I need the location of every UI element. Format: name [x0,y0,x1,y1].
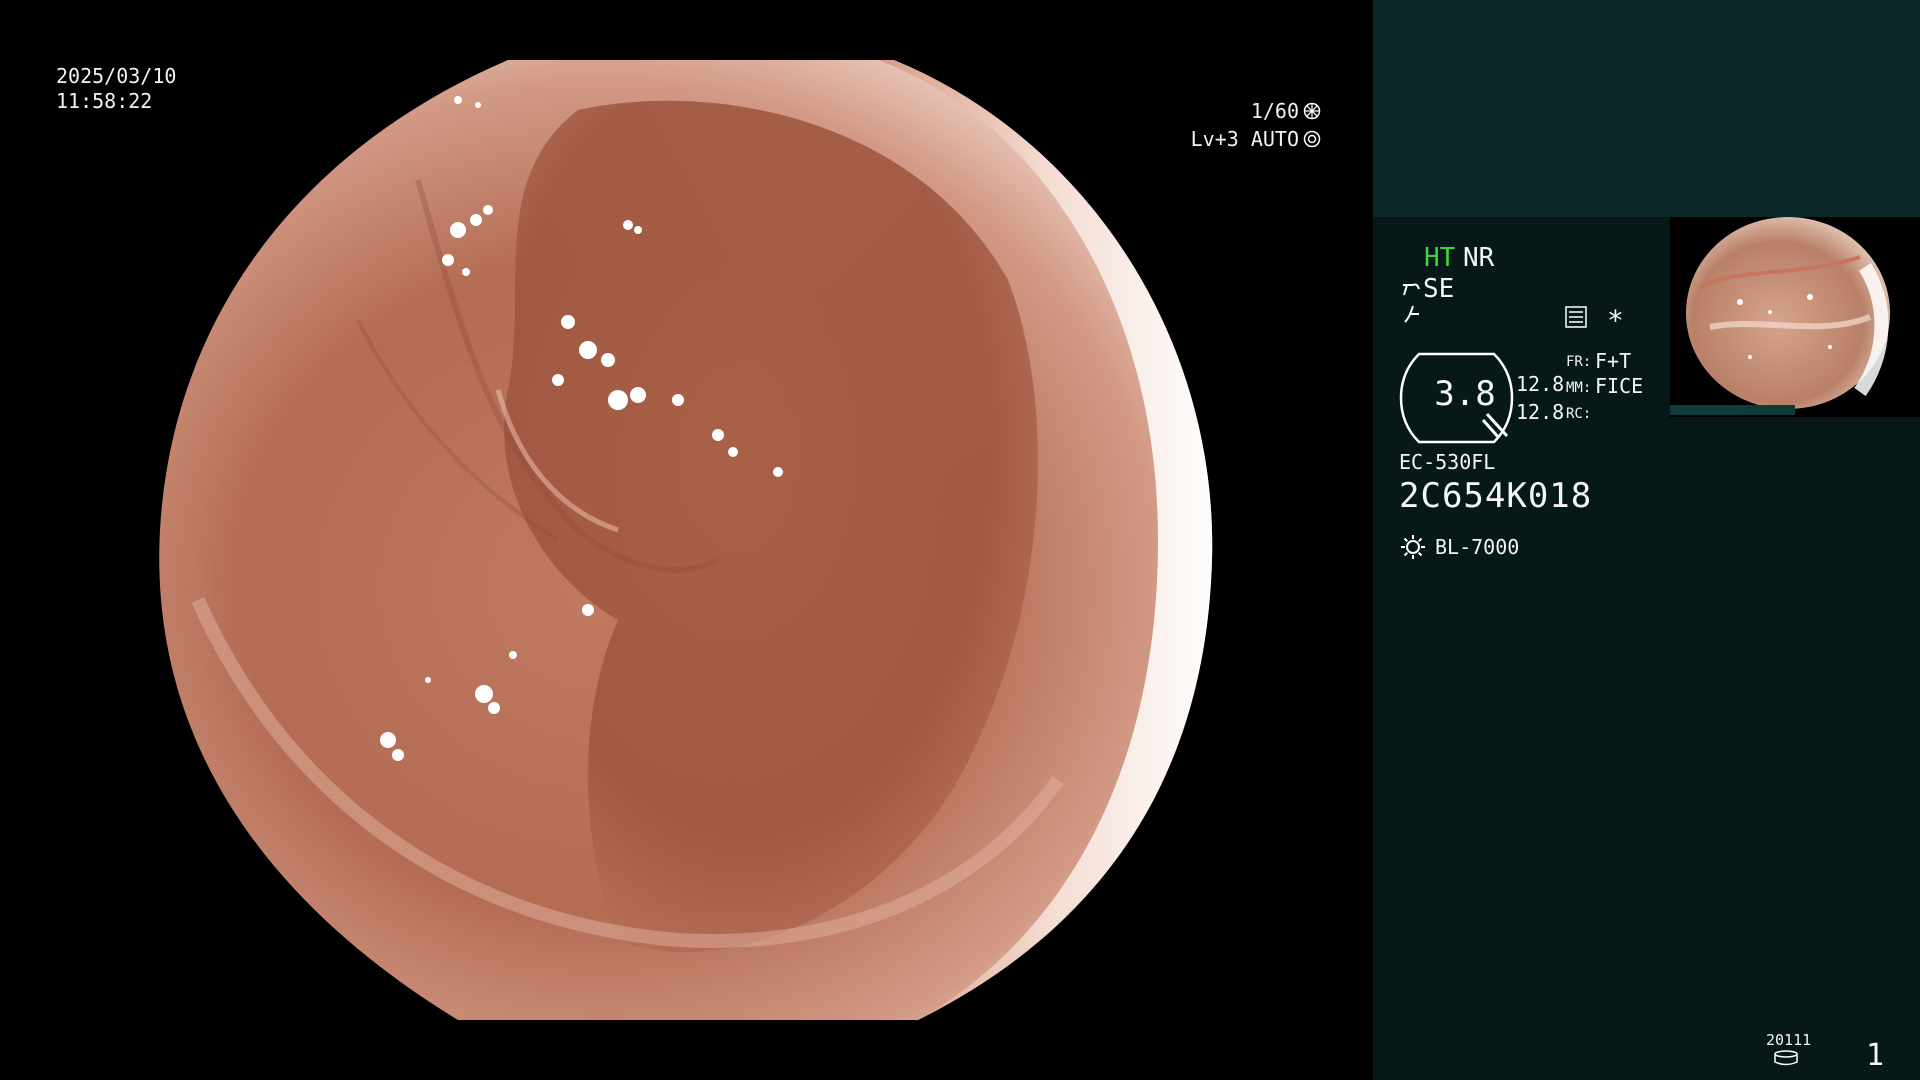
thumbnail-image [1686,217,1890,409]
endoscopy-main-view: 2025/03/10 11:58:22 1/60 Lv+3 AUTO [0,0,1373,1080]
light-source-text: BL-7000 [1435,535,1520,559]
code-label: 20111 [1766,1031,1812,1049]
ht-indicator: HT [1424,243,1456,273]
auto-iris-icon [1303,130,1321,148]
zoom-value: 3.8 [1434,374,1496,414]
info-side-panel: HT NR SE * 3.8 12.8 12.8 FR: F+T MM: FIC… [1373,0,1920,1080]
endoscopic-image [159,60,1213,1020]
light-source-row: BL-7000 [1399,533,1519,561]
fr-value: F+T [1595,349,1632,373]
date-text: 2025/03/10 [56,64,177,88]
mm-value: FICE [1595,374,1644,398]
capture-thumbnail[interactable] [1670,217,1920,417]
page-number: 1 [1866,1038,1885,1073]
time-text: 11:58:22 [56,89,153,113]
storage-icon [1774,1050,1798,1066]
date-time-overlay: 2025/03/10 11:58:22 [56,64,176,114]
scope-serial: 2C654K018 [1399,476,1593,516]
light-icon [1401,535,1425,559]
shutter-text: 1/60 [1250,99,1299,123]
sharpness-icon [1404,305,1419,323]
se-text: SE [1423,274,1455,304]
panel-top-band [1373,0,1920,217]
statistics-icon [1565,306,1587,328]
value-a: 12.8 [1516,372,1565,396]
scope-model: EC-530FL [1399,450,1496,474]
scissors-icon [1403,283,1420,296]
mm-key: MM: [1566,380,1592,396]
level-text: Lv+3 AUTO [1190,127,1299,151]
shutter-overlay: 1/60 [1251,99,1321,123]
asterisk-indicator: * [1607,304,1624,337]
se-indicator: SE [1401,274,1454,304]
value-b: 12.8 [1516,400,1565,424]
fr-key: FR: [1566,354,1592,370]
rc-key: RC: [1566,406,1592,422]
nr-indicator: NR [1463,243,1495,273]
level-overlay: Lv+3 AUTO [1191,127,1321,151]
thumbnail-footer-bar [1670,405,1795,415]
shutter-icon [1303,102,1321,120]
